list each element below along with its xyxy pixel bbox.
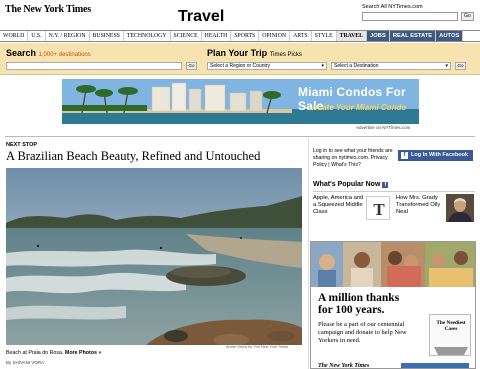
plan-trip-go-button[interactable]: Go	[455, 62, 466, 70]
nyt-t-logo-thumbnail[interactable]: T	[366, 196, 390, 220]
content-divider	[5, 136, 475, 137]
nav-item-u-s[interactable]: U.S.	[28, 31, 46, 41]
plan-trip-title: Plan Your Trip Times Picks	[207, 48, 302, 58]
destination-search-input[interactable]	[6, 62, 182, 70]
nav-item-n-y-region[interactable]: N.Y. / REGION	[46, 31, 90, 41]
facebook-icon: f	[401, 152, 408, 159]
nav-item-arts[interactable]: ARTS	[290, 31, 312, 41]
popular-item-apple[interactable]: Apple, America and a Squeezed Middle Cla…	[313, 195, 365, 216]
nav-item-technology[interactable]: TECHNOLOGY	[124, 31, 171, 41]
section-title[interactable]: Travel	[178, 8, 224, 26]
popular-now-heading: What's Popular Now f	[313, 181, 389, 188]
nav-item-opinion[interactable]: OPINION	[259, 31, 291, 41]
chevron-down-icon: ▾	[445, 63, 448, 69]
destination-select-value: Select a Destination	[334, 63, 379, 69]
donate-button[interactable]	[401, 363, 469, 368]
nav-item-jobs[interactable]: JOBS	[367, 31, 390, 41]
destination-search-go-button[interactable]: Go	[186, 62, 197, 70]
popular-item-portrait[interactable]	[446, 194, 474, 222]
neediest-cases-logo: The Neediest Cases	[429, 314, 471, 356]
nav-item-world[interactable]: WORLD	[0, 31, 29, 41]
promo-nyt-logo: The New York Times	[318, 363, 370, 369]
section-nav: WORLD U.S. N.Y. / REGION BUSINESS TECHNOLOGY…	[0, 30, 480, 42]
nav-item-travel[interactable]: TRAVEL	[336, 31, 368, 41]
promo-headline: A million thanks for 100 years.	[318, 292, 399, 316]
facebook-login-prompt: Log in to see what your friends are shar…	[313, 148, 393, 168]
destination-search-label: Search	[6, 48, 37, 58]
promo-footer: The New York Times	[311, 363, 475, 369]
nav-item-business[interactable]: BUSINESS	[90, 31, 124, 41]
beach-photo-image	[6, 168, 302, 345]
portrait-image	[446, 194, 474, 222]
destination-select[interactable]: Select a Destination ▾	[331, 62, 451, 70]
nav-item-health[interactable]: HEALTH	[202, 31, 232, 41]
nav-item-autos[interactable]: AUTOS	[436, 31, 464, 41]
sidebar-divider	[308, 138, 309, 369]
neediest-cases-logo-text: The Neediest Cases	[436, 320, 466, 332]
facebook-login-button[interactable]: f Log In With Facebook	[398, 150, 473, 161]
miami-condos-ad[interactable]: Miami Condos For Sale Locate Your Miami …	[62, 79, 419, 124]
promo-headline-line-1: A million thanks	[318, 292, 400, 304]
destination-count: 1,000+ destinations	[38, 52, 91, 58]
nav-item-real-estate[interactable]: REAL ESTATE	[389, 31, 437, 41]
article-kicker[interactable]: NEXT STOP	[6, 142, 37, 148]
advertise-link[interactable]: Advertise on NYTimes.com	[356, 125, 410, 130]
region-select[interactable]: Select a Region or Country ▾	[207, 62, 327, 70]
nyt-t-icon: T	[373, 200, 385, 219]
site-search-input[interactable]	[362, 12, 458, 21]
photo-caption: Beach at Praia do Rosa. More Photos »	[6, 350, 101, 356]
region-select-value: Select a Region or Country	[210, 63, 271, 69]
chevron-down-icon: ▾	[321, 63, 324, 69]
destination-search-title: Search 1,000+ destinations	[6, 48, 91, 58]
more-photos-link[interactable]: More Photos »	[65, 350, 102, 356]
search-label: Search All NYTimes.com	[362, 4, 423, 10]
travel-search-bar: Search 1,000+ destinations Go Plan Your …	[0, 43, 480, 75]
popular-item-grady[interactable]: How Mrs. Grady Transformed Olly Neal	[396, 195, 444, 216]
photo-credit: Andre Vieira for The New York Times	[226, 345, 289, 349]
nyt-logo[interactable]: The New York Times	[5, 4, 91, 15]
ad-subline: Locate Your Miami Condo	[308, 103, 407, 112]
popular-divider	[313, 191, 475, 192]
facebook-login-label: Log In With Facebook	[411, 152, 469, 158]
article-photo[interactable]	[6, 168, 302, 345]
neediest-cases-promo[interactable]: A million thanks for 100 years. Please b…	[310, 241, 476, 369]
article-headline[interactable]: A Brazilian Beach Beauty, Refined and Un…	[6, 149, 260, 164]
facebook-icon: f	[382, 182, 389, 188]
nav-item-science[interactable]: SCIENCE	[171, 31, 202, 41]
promo-headline-line-2: for 100 years.	[318, 304, 385, 316]
masthead: The New York Times Travel Search All NYT…	[0, 0, 480, 30]
promo-photo-strip	[311, 242, 475, 287]
nav-item-style[interactable]: STYLE	[312, 31, 337, 41]
article-byline: By SHIVANI VORA	[6, 360, 45, 365]
site-search-go-button[interactable]: Go	[461, 12, 474, 21]
popular-now-label: What's Popular Now	[313, 181, 381, 188]
svg-text:T: T	[373, 200, 385, 219]
times-picks-label: Times Picks	[269, 52, 302, 58]
promo-photos-image	[311, 242, 475, 287]
nav-item-sports[interactable]: SPORTS	[231, 31, 260, 41]
promo-body: Please be a part of our centennial campa…	[318, 321, 407, 344]
plan-trip-label: Plan Your Trip	[207, 48, 268, 58]
photo-caption-text: Beach at Praia do Rosa.	[6, 350, 64, 356]
